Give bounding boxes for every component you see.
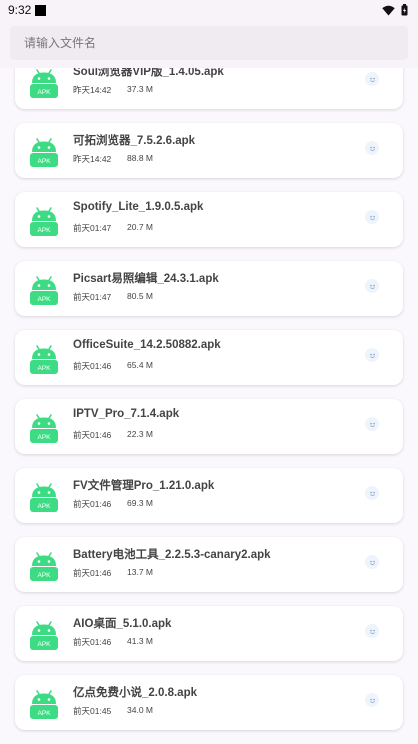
apk-badge-label: APK [37, 434, 51, 441]
install-icon [369, 353, 375, 358]
file-card[interactable]: APK Spotify_Lite_1.9.0.5.apk 前天01:47 20.… [15, 192, 403, 247]
install-button[interactable] [365, 279, 379, 293]
file-name: IPTV_Pro_7.1.4.apk [73, 408, 180, 420]
android-apk-icon: APK [30, 345, 58, 374]
android-apk-icon: APK [30, 414, 58, 443]
apk-badge-label: APK [37, 572, 51, 579]
android-apk-icon: APK [30, 276, 58, 305]
file-name: 亿点免费小说_2.0.8.apk [73, 687, 197, 699]
file-size: 37.3 M [127, 84, 153, 94]
file-card[interactable]: APK Battery电池工具_2.2.5.3-canary2.apk 前天01… [15, 537, 403, 592]
apk-badge-label: APK [37, 296, 51, 303]
file-name: 可拓浏览器_7.5.2.6.apk [73, 135, 196, 147]
apk-badge-label: APK [37, 710, 51, 717]
file-size: 22.3 M [127, 429, 153, 439]
apk-badge-label: APK [37, 641, 51, 648]
install-icon [369, 698, 375, 703]
install-button[interactable] [365, 555, 379, 569]
file-size: 20.7 M [127, 222, 153, 232]
file-time: 前天01:46 [73, 361, 112, 371]
android-apk-icon: APK [30, 483, 58, 512]
install-button[interactable] [365, 486, 379, 500]
file-name: Picsart易照编辑_24.3.1.apk [73, 273, 219, 285]
status-time: 9:32 [8, 3, 32, 17]
install-button[interactable] [365, 417, 379, 431]
file-card[interactable]: APK FV文件管理Pro_1.21.0.apk 前天01:46 69.3 M [15, 468, 403, 523]
install-icon [369, 146, 375, 151]
file-time: 前天01:46 [73, 637, 112, 647]
android-apk-icon: APK [30, 207, 58, 236]
file-time: 前天01:46 [73, 568, 112, 578]
file-time: 前天01:47 [73, 223, 112, 233]
apk-badge-label: APK [37, 503, 51, 510]
file-time: 前天01:47 [73, 292, 112, 302]
file-card[interactable]: APK OfficeSuite_14.2.50882.apk 前天01:46 6… [15, 330, 403, 385]
file-size: 88.8 M [127, 153, 153, 163]
file-time: 前天01:45 [73, 706, 112, 716]
file-name: Spotify_Lite_1.9.0.5.apk [73, 201, 204, 213]
install-button[interactable] [365, 210, 379, 224]
install-icon [369, 77, 375, 82]
file-name: Battery电池工具_2.2.5.3-canary2.apk [73, 549, 271, 561]
file-time: 前天01:46 [73, 430, 112, 440]
file-card[interactable]: APK Picsart易照编辑_24.3.1.apk 前天01:47 80.5 … [15, 261, 403, 316]
install-button[interactable] [365, 72, 379, 86]
file-size: 41.3 M [127, 636, 153, 646]
android-apk-icon: APK [30, 69, 58, 98]
install-button[interactable] [365, 624, 379, 638]
status-bar: 9:32 [0, 0, 418, 20]
battery-icon [401, 4, 408, 16]
file-size: 34.0 M [127, 705, 153, 715]
file-size: 65.4 M [127, 360, 153, 370]
wifi-icon [382, 5, 395, 15]
android-apk-icon: APK [30, 621, 58, 650]
file-list[interactable]: APK Soul浏览器VIP版_1.4.05.apk 昨天14:42 37.3 … [0, 68, 418, 744]
install-icon [369, 284, 375, 289]
install-icon [369, 422, 375, 427]
apk-badge-label: APK [37, 158, 51, 165]
status-right [382, 4, 408, 16]
file-size: 13.7 M [127, 567, 153, 577]
file-size: 69.3 M [127, 498, 153, 508]
file-name: FV文件管理Pro_1.21.0.apk [73, 480, 215, 492]
install-button[interactable] [365, 693, 379, 707]
file-card[interactable]: APK IPTV_Pro_7.1.4.apk 前天01:46 22.3 M [15, 399, 403, 454]
search-bar [0, 20, 418, 68]
notification-square-icon [35, 4, 47, 16]
search-box[interactable] [10, 26, 408, 60]
status-left: 9:32 [8, 3, 47, 17]
install-icon [369, 215, 375, 220]
android-apk-icon: APK [30, 552, 58, 581]
apk-badge-label: APK [37, 89, 51, 96]
install-icon [369, 629, 375, 634]
file-time: 昨天14:42 [73, 85, 112, 95]
file-time: 前天01:46 [73, 499, 112, 509]
file-name: AIO桌面_5.1.0.apk [73, 618, 172, 630]
file-card[interactable]: APK 亿点免费小说_2.0.8.apk 前天01:45 34.0 M [15, 675, 403, 730]
search-input[interactable] [22, 35, 408, 51]
android-apk-icon: APK [30, 138, 58, 167]
apk-badge-label: APK [37, 365, 51, 372]
install-icon [369, 491, 375, 496]
file-name: Soul浏览器VIP版_1.4.05.apk [73, 68, 224, 78]
file-card[interactable]: APK AIO桌面_5.1.0.apk 前天01:46 41.3 M [15, 606, 403, 661]
file-time: 昨天14:42 [73, 154, 112, 164]
install-icon [369, 560, 375, 565]
apk-badge-label: APK [37, 227, 51, 234]
install-button[interactable] [365, 348, 379, 362]
file-size: 80.5 M [127, 291, 153, 301]
android-apk-icon: APK [30, 690, 58, 719]
file-name: OfficeSuite_14.2.50882.apk [73, 339, 221, 351]
file-card[interactable]: APK Soul浏览器VIP版_1.4.05.apk 昨天14:42 37.3 … [15, 68, 403, 109]
install-button[interactable] [365, 141, 379, 155]
file-card[interactable]: APK 可拓浏览器_7.5.2.6.apk 昨天14:42 88.8 M [15, 123, 403, 178]
